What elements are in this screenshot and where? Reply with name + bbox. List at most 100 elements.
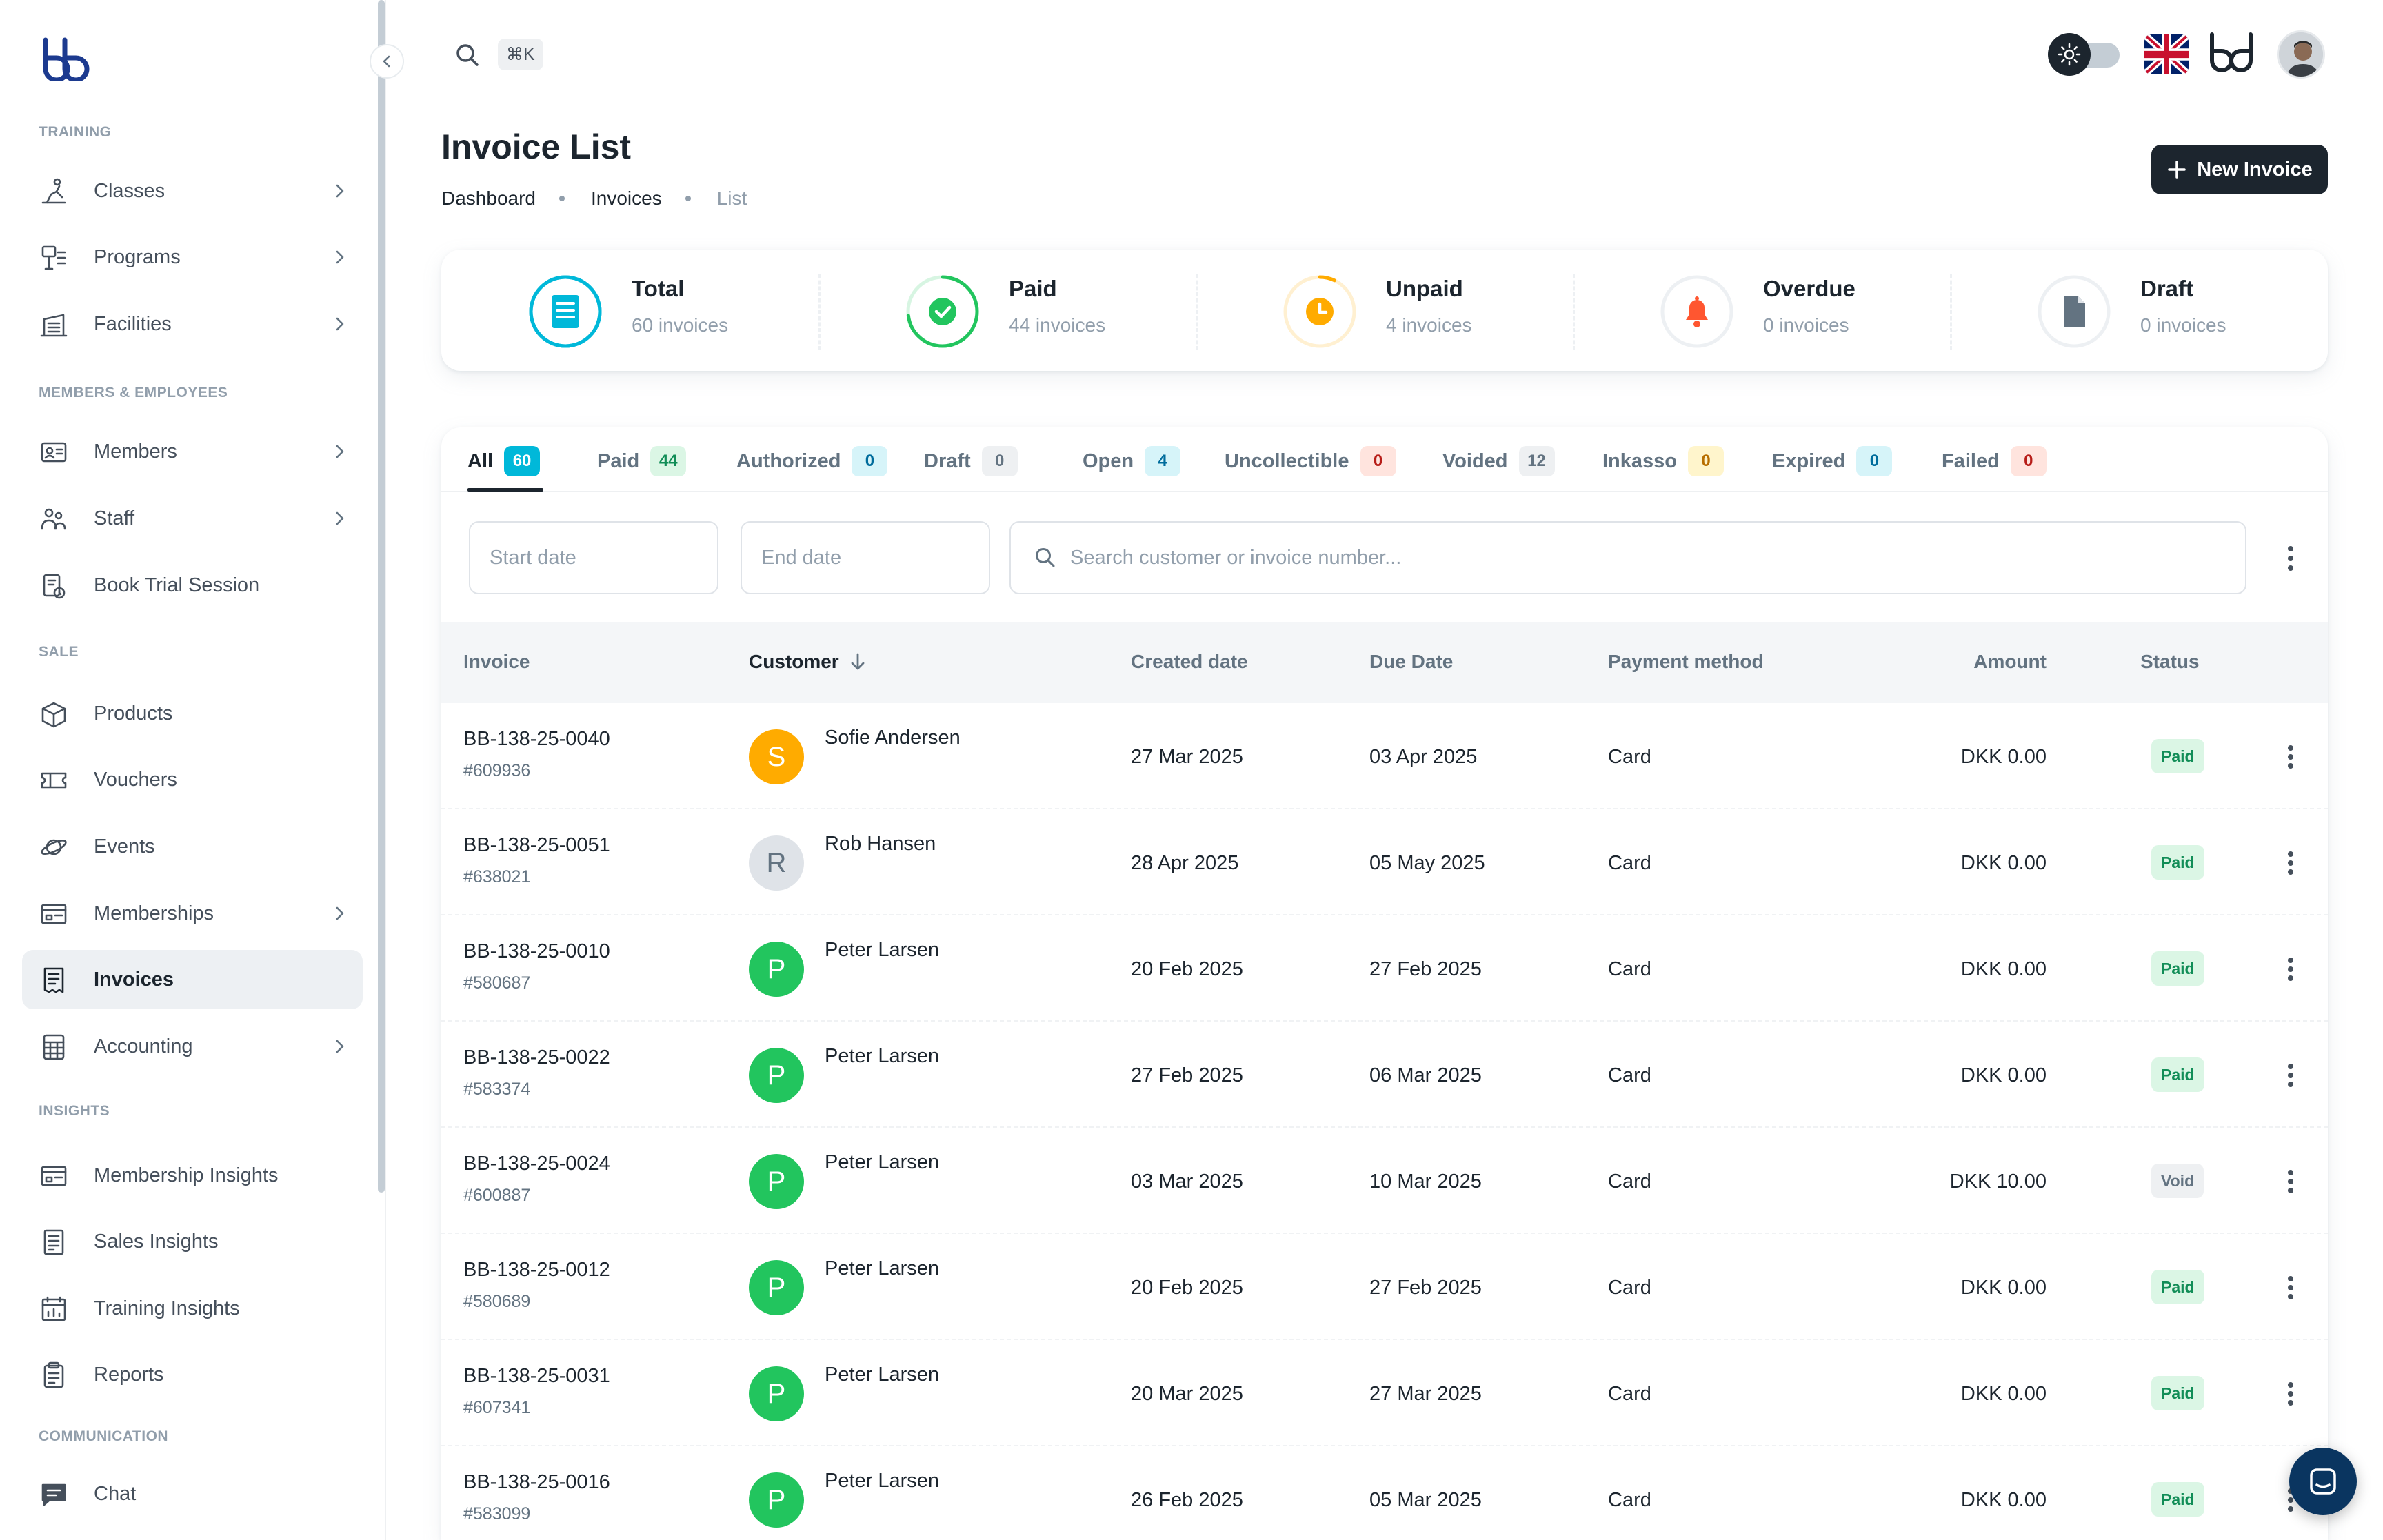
invoice-number[interactable]: BB-138-25-0051 [463, 834, 610, 857]
new-invoice-button[interactable]: New Invoice [2151, 145, 2328, 194]
start-date-placeholder: Start date [490, 546, 576, 569]
tab-label: Failed [1942, 449, 2000, 472]
customer-name[interactable]: Peter Larsen [825, 1151, 939, 1174]
customer-name[interactable]: Peter Larsen [825, 1470, 939, 1492]
sidebar-scrollbar[interactable] [378, 0, 385, 1193]
row-more-options-icon[interactable] [2278, 742, 2303, 772]
table-row[interactable]: BB-138-25-0022 #583374 P Peter Larsen 27… [441, 1022, 2328, 1128]
invoice-number[interactable]: BB-138-25-0012 [463, 1259, 610, 1281]
invoice-number[interactable]: BB-138-25-0040 [463, 728, 610, 751]
tab-uncollectible[interactable]: Uncollectible 0 [1225, 444, 1396, 478]
sidebar-item-memberships[interactable]: Memberships [22, 884, 363, 943]
sidebar-item-sales-insights[interactable]: Sales Insights [22, 1212, 363, 1271]
tab-authorized[interactable]: Authorized 0 [736, 444, 888, 478]
invoice-id: #583099 [463, 1504, 531, 1523]
invoice-number[interactable]: BB-138-25-0010 [463, 940, 610, 963]
sidebar-item-staff[interactable]: Staff [22, 489, 363, 548]
customer-name[interactable]: Sofie Andersen [825, 727, 961, 749]
row-more-options-icon[interactable] [2278, 1379, 2303, 1409]
col-payment-method[interactable]: Payment method [1608, 651, 1764, 673]
start-date-input[interactable]: Start date [469, 521, 718, 594]
col-customer[interactable]: Customer [749, 651, 868, 673]
more-options-icon[interactable] [2277, 543, 2304, 574]
col-status[interactable]: Status [2140, 651, 2200, 673]
table-row[interactable]: BB-138-25-0031 #607341 P Peter Larsen 20… [441, 1340, 2328, 1446]
tab-paid[interactable]: Paid 44 [597, 444, 687, 478]
invoice-number[interactable]: BB-138-25-0024 [463, 1153, 610, 1175]
search-input[interactable]: Search customer or invoice number... [1009, 521, 2246, 594]
planet-icon [41, 839, 67, 855]
sidebar-item-book-trial-session[interactable]: Book Trial Session [22, 556, 363, 615]
table-row[interactable]: BB-138-25-0010 #580687 P Peter Larsen 20… [441, 915, 2328, 1022]
end-date-input[interactable]: End date [741, 521, 990, 594]
tab-inkasso[interactable]: Inkasso 0 [1602, 444, 1724, 478]
tab-all[interactable]: All 60 [467, 444, 541, 478]
sidebar-item-programs[interactable]: Programs [22, 227, 363, 287]
search-icon[interactable] [452, 40, 483, 70]
tab-open[interactable]: Open 4 [1083, 444, 1181, 478]
breadcrumb: Dashboard Invoices List [441, 188, 747, 210]
sidebar-item-training-insights[interactable]: Training Insights [22, 1279, 363, 1338]
row-more-options-icon[interactable] [2278, 848, 2303, 878]
sidebar-item-members[interactable]: Members [22, 422, 363, 481]
sidebar-item-reports[interactable]: Reports [22, 1345, 363, 1404]
table-row[interactable]: BB-138-25-0051 #638021 R Rob Hansen 28 A… [441, 809, 2328, 915]
uk-flag-icon[interactable] [2144, 34, 2189, 74]
row-more-options-icon[interactable] [2278, 1273, 2303, 1303]
stat-overdue: Overdue 0 invoices [1573, 250, 1950, 371]
col-due-date[interactable]: Due Date [1369, 651, 1453, 673]
sidebar-item-invoices[interactable]: Invoices [22, 950, 363, 1009]
col-amount[interactable]: Amount [1973, 651, 2047, 673]
sidebar-item-products[interactable]: Products [22, 684, 363, 743]
collapse-sidebar-button[interactable] [370, 44, 404, 79]
stat-ring [529, 275, 602, 348]
clock-icon [1306, 298, 1334, 325]
breadcrumb-invoices[interactable]: Invoices [591, 188, 662, 210]
col-invoice[interactable]: Invoice [463, 651, 530, 673]
customer-name[interactable]: Peter Larsen [825, 1045, 939, 1068]
sidebar-item-vouchers[interactable]: Vouchers [22, 750, 363, 809]
customer-name[interactable]: Peter Larsen [825, 939, 939, 962]
due-date: 05 May 2025 [1369, 852, 1485, 874]
table-row[interactable]: BB-138-25-0012 #580689 P Peter Larsen 20… [441, 1234, 2328, 1340]
search-shortcut-badge[interactable]: ⌘K [498, 39, 543, 70]
payment-method: Card [1608, 958, 1651, 980]
table-header: Invoice Customer Created date Due Date P… [441, 622, 2328, 703]
invoice-number[interactable]: BB-138-25-0016 [463, 1471, 610, 1494]
sidebar-item-classes[interactable]: Classes [22, 161, 363, 221]
table-row[interactable]: BB-138-25-0024 #600887 P Peter Larsen 03… [441, 1128, 2328, 1234]
brand-logo[interactable] [41, 37, 91, 81]
sidebar-item-label: Accounting [94, 1035, 193, 1057]
sidebar-item-chat[interactable]: Chat [22, 1464, 363, 1523]
sidebar-item-facilities[interactable]: Facilities [22, 294, 363, 354]
tab-label: Open [1083, 449, 1134, 472]
theme-toggle[interactable] [2048, 33, 2120, 76]
tab-expired[interactable]: Expired 0 [1772, 444, 1893, 478]
sidebar-item-events[interactable]: Events [22, 817, 363, 876]
tab-draft[interactable]: Draft 0 [924, 444, 1018, 478]
invoice-number[interactable]: BB-138-25-0031 [463, 1365, 610, 1388]
user-avatar[interactable] [2277, 30, 2325, 79]
sidebar-item-membership-insights[interactable]: Membership Insights [22, 1146, 363, 1205]
stat-ring [2038, 275, 2111, 348]
sidebar-item-accounting[interactable]: Accounting [22, 1017, 363, 1076]
table-row[interactable]: BB-138-25-0040 #609936 S Sofie Andersen … [441, 703, 2328, 809]
row-more-options-icon[interactable] [2278, 954, 2303, 984]
customer-name[interactable]: Peter Larsen [825, 1364, 939, 1386]
sidebar-item-label: Invoices [94, 968, 174, 991]
row-more-options-icon[interactable] [2278, 1166, 2303, 1197]
check-circle-icon [929, 298, 956, 325]
calculator-icon [43, 1034, 65, 1060]
row-more-options-icon[interactable] [2278, 1060, 2303, 1091]
table-row[interactable]: BB-138-25-0016 #583099 P Peter Larsen 26… [441, 1446, 2328, 1540]
customer-name[interactable]: Rob Hansen [825, 833, 936, 855]
brand-switch-icon[interactable] [2206, 30, 2259, 79]
customer-name[interactable]: Peter Larsen [825, 1257, 939, 1280]
col-created-date[interactable]: Created date [1131, 651, 1248, 673]
tab-voided[interactable]: Voided 12 [1442, 444, 1555, 478]
support-chat-button[interactable] [2289, 1448, 2357, 1515]
invoice-number[interactable]: BB-138-25-0022 [463, 1046, 610, 1069]
tab-failed[interactable]: Failed 0 [1942, 444, 2047, 478]
breadcrumb-dashboard[interactable]: Dashboard [441, 188, 536, 210]
invoice-id: #609936 [463, 761, 531, 780]
